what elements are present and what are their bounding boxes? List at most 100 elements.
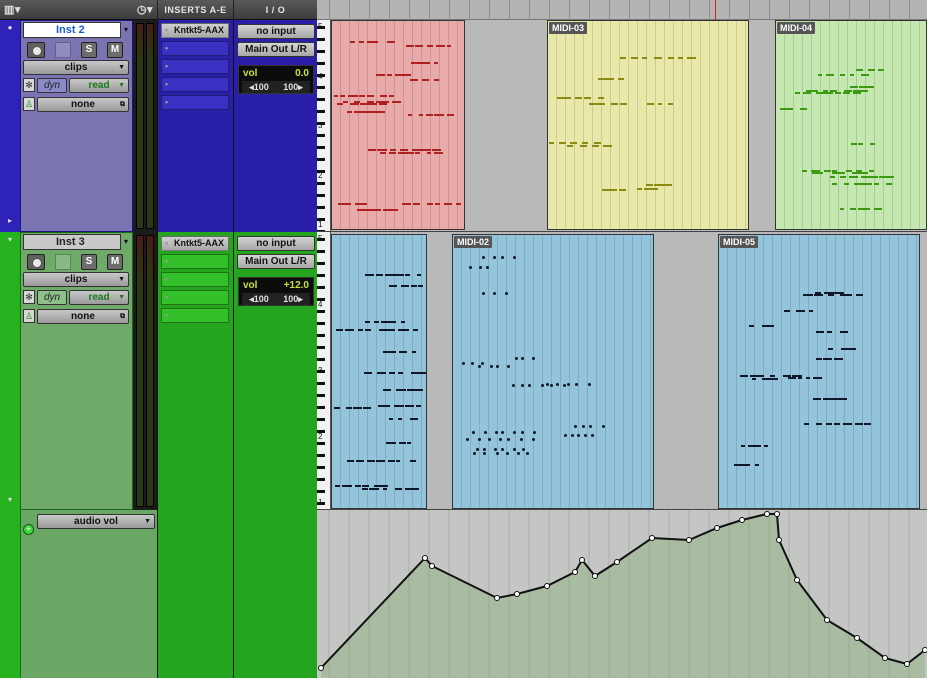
midi-note[interactable] (834, 92, 842, 95)
midi-note[interactable] (741, 445, 746, 448)
midi-note[interactable] (400, 73, 411, 76)
midi-note[interactable] (874, 207, 882, 210)
midi-note[interactable] (433, 114, 444, 117)
midi-note[interactable] (373, 321, 380, 324)
piano-key[interactable] (317, 358, 325, 361)
midi-note[interactable] (382, 389, 391, 392)
midi-note[interactable] (874, 183, 879, 186)
midi-note[interactable] (651, 187, 659, 190)
midi-note[interactable] (401, 321, 406, 324)
midi-note[interactable] (805, 376, 811, 379)
midi-note[interactable] (803, 92, 811, 95)
midi-note[interactable] (435, 202, 441, 205)
midi-note[interactable] (844, 183, 849, 186)
insert-slot-b[interactable] (161, 254, 229, 269)
pan-left[interactable]: ◂100 (242, 81, 276, 93)
midi-note[interactable] (394, 273, 404, 276)
midi-note[interactable] (494, 431, 498, 434)
midi-note[interactable] (868, 170, 875, 173)
midi-note[interactable] (609, 189, 617, 192)
midi-note[interactable] (798, 374, 803, 377)
midi-note[interactable] (434, 78, 440, 81)
midi-note[interactable] (410, 78, 419, 81)
midi-note[interactable] (842, 92, 850, 95)
midi-note[interactable] (336, 103, 343, 106)
midi-note[interactable] (654, 57, 662, 60)
midi-note[interactable] (400, 329, 409, 332)
group-select[interactable]: none ⧉ (37, 97, 129, 112)
insert-slot-a[interactable]: Kntkt5-AAX (161, 23, 229, 38)
midi-note[interactable] (468, 266, 472, 270)
midi-note[interactable] (588, 425, 592, 429)
track-list-icon[interactable]: ▥▾ (4, 3, 21, 16)
midi-note[interactable] (556, 383, 560, 387)
insert-slot-d[interactable] (161, 77, 229, 92)
midi-note[interactable] (391, 100, 401, 103)
midi-note[interactable] (756, 374, 765, 377)
piano-key[interactable] (317, 158, 325, 161)
mute-button[interactable]: M (107, 254, 123, 270)
piano-key[interactable] (317, 262, 325, 265)
midi-note[interactable] (389, 152, 396, 155)
midi-note[interactable] (687, 57, 697, 60)
midi-note[interactable] (411, 61, 422, 64)
pan-right[interactable]: 100▸ (276, 81, 310, 93)
midi-note[interactable] (492, 292, 496, 296)
midi-note[interactable] (501, 255, 505, 259)
midi-note[interactable] (359, 103, 368, 106)
solo-button[interactable]: S (81, 42, 97, 58)
midi-note[interactable] (496, 451, 500, 455)
automation-breakpoint[interactable] (544, 583, 550, 589)
piano-key[interactable] (317, 274, 325, 277)
automation-breakpoint[interactable] (854, 635, 860, 641)
midi-note[interactable] (797, 376, 803, 379)
midi-note[interactable] (562, 384, 566, 388)
midi-note[interactable] (346, 110, 353, 113)
midi-note[interactable] (447, 45, 452, 48)
midi-note[interactable] (579, 144, 587, 147)
automation-lane-graph[interactable] (317, 510, 927, 678)
midi-note[interactable] (389, 351, 397, 354)
midi-note[interactable] (618, 78, 625, 81)
midi-note[interactable] (388, 418, 394, 420)
midi-note[interactable] (602, 189, 609, 192)
midi-note[interactable] (754, 463, 760, 466)
automation-breakpoint[interactable] (614, 559, 620, 565)
midi-note[interactable] (747, 445, 757, 448)
midi-note[interactable] (414, 45, 424, 48)
midi-note[interactable] (482, 451, 486, 455)
midi-note[interactable] (532, 437, 536, 441)
midi-note[interactable] (762, 378, 768, 381)
midi-note[interactable] (618, 189, 626, 192)
midi-note[interactable] (376, 459, 385, 462)
midi-note[interactable] (865, 86, 874, 89)
edit-window[interactable]: 5 4 3 2 1 MIDI-03 MIDI-04 5 4 3 2 1 MIDI-02 MIDI-05 (317, 20, 927, 678)
midi-note[interactable] (373, 41, 379, 44)
clip-name[interactable]: MIDI-04 (777, 22, 816, 34)
midi-note[interactable] (362, 488, 368, 491)
midi-note[interactable] (409, 459, 417, 462)
midi-note[interactable] (372, 209, 382, 212)
midi-note[interactable] (480, 361, 484, 365)
solo-button[interactable]: S (81, 254, 97, 270)
midi-note[interactable] (840, 331, 848, 334)
midi-note[interactable] (405, 273, 410, 276)
midi-note[interactable] (426, 45, 434, 48)
input-selector[interactable]: no input (237, 24, 315, 39)
midi-note[interactable] (405, 405, 414, 408)
midi-note[interactable] (878, 68, 885, 71)
insert-slot-e[interactable] (161, 308, 229, 323)
midi-note[interactable] (823, 358, 832, 361)
midi-note[interactable] (815, 331, 825, 334)
midi-note[interactable] (620, 57, 626, 60)
midi-note[interactable] (376, 73, 385, 76)
midi-note[interactable] (809, 310, 814, 313)
midi-note[interactable] (478, 266, 482, 270)
midi-note[interactable] (770, 374, 776, 377)
midi-note[interactable] (845, 170, 852, 173)
playhead-marker[interactable] (715, 0, 716, 20)
midi-note[interactable] (350, 103, 359, 106)
track-lane-inst-2[interactable]: 5 4 3 2 1 MIDI-03 MIDI-04 (317, 20, 927, 232)
track-lane-inst-3[interactable]: 5 4 3 2 1 MIDI-02 MIDI-05 (317, 232, 927, 510)
automation-breakpoint[interactable] (429, 563, 435, 569)
